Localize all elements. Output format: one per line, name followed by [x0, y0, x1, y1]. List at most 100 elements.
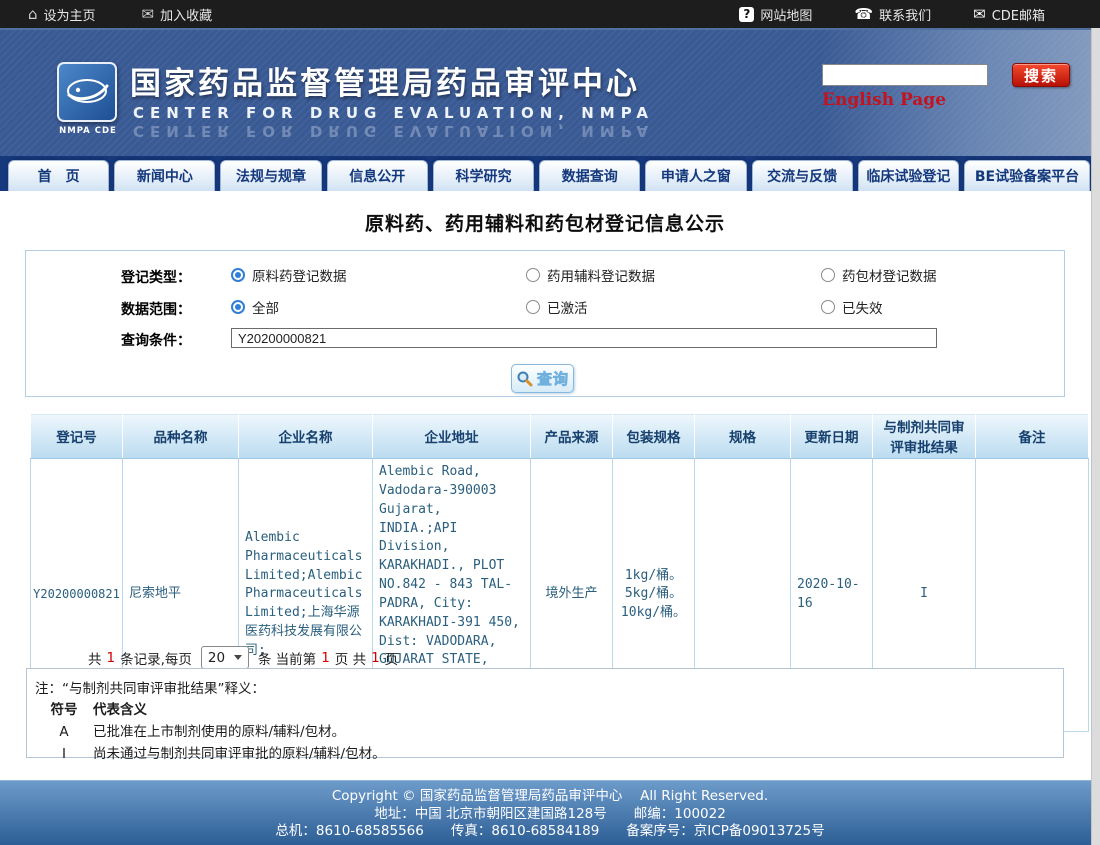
contact-label: 联系我们	[879, 5, 931, 24]
site-title-en-reflection: CENTER FOR DRUG EVALUATION, NMPA	[133, 122, 654, 140]
nav-tab-be-platform[interactable]: BE试验备案平台	[964, 160, 1090, 191]
page-size-select[interactable]: 20	[201, 646, 249, 669]
logo-caption: NMPA CDE	[48, 126, 128, 136]
vertical-scrollbar[interactable]	[1091, 28, 1100, 845]
nav-tab-clinical-trials[interactable]: 临床试验登记	[858, 160, 959, 191]
query-form: 登记类型： 原料药登记数据 药用辅料登记数据 药包材登记数据 数据范围： 全部 …	[25, 250, 1065, 397]
pagination-per-suffix: 条 当前第	[258, 648, 316, 668]
record-count: 1	[107, 650, 116, 666]
query-submit-button[interactable]: 查询	[511, 364, 574, 393]
envelope-icon: ✉	[142, 7, 155, 22]
site-search-input[interactable]	[822, 64, 988, 86]
add-favorite-label: 加入收藏	[160, 5, 212, 24]
col-header-product-source: 产品来源	[531, 414, 613, 459]
radio-excipient-data[interactable]: 药用辅料登记数据	[526, 265, 655, 285]
nav-tab-applicant[interactable]: 申请人之窗	[645, 160, 746, 191]
set-homepage-label: 设为主页	[44, 5, 96, 24]
notes-row-i: I 尚未通过与制剂共同审评审批的原料/辅料/包材。	[35, 746, 1063, 763]
topbar-left-group: ⌂ 设为主页 ✉ 加入收藏	[28, 5, 212, 24]
col-header-package-spec: 包装规格	[613, 414, 695, 459]
total-pages-number: 1	[371, 650, 380, 666]
nav-tab-news[interactable]: 新闻中心	[114, 160, 215, 191]
radio-packaging-data-label: 药包材登记数据	[842, 265, 937, 285]
radio-excipient-data-label: 药用辅料登记数据	[547, 265, 655, 285]
radio-scope-invalid-label: 已失效	[842, 297, 883, 317]
page-title: 原料药、药用辅料和药包材登记信息公示	[0, 209, 1090, 236]
pagination-total-suffix: 页	[385, 648, 399, 668]
notes-title: 注：“与制剂共同审评审批结果”释义：	[35, 677, 1063, 697]
set-homepage-link[interactable]: ⌂ 设为主页	[28, 5, 96, 24]
notes-meaning-i: 尚未通过与制剂共同审评审批的原料/辅料/包材。	[93, 746, 386, 763]
chevron-down-icon	[234, 655, 242, 660]
top-utility-bar: ⌂ 设为主页 ✉ 加入收藏 ? 网站地图 ☎ 联系我们 ✉ CDE邮箱	[0, 0, 1100, 28]
radio-unchecked-icon[interactable]	[526, 300, 540, 314]
radio-scope-invalid[interactable]: 已失效	[821, 297, 883, 317]
scope-label: 数据范围：	[121, 299, 191, 319]
main-navigation: 首 页 新闻中心 法规与规章 信息公开 科学研究 数据查询 申请人之窗 交流与反…	[0, 156, 1100, 191]
pagination-records-suffix: 条记录,每页	[120, 648, 192, 668]
query-condition-input[interactable]	[231, 328, 937, 348]
nav-tab-data-query[interactable]: 数据查询	[539, 160, 640, 191]
radio-scope-all-label: 全部	[252, 297, 279, 317]
col-header-company-address: 企业地址	[373, 414, 531, 459]
logo-bird-icon	[63, 73, 111, 111]
site-banner: NMPA CDE 国家药品监督管理局药品审评中心 CENTER FOR DRUG…	[0, 28, 1100, 156]
notes-symbol-i: I	[35, 746, 93, 763]
radio-packaging-data[interactable]: 药包材登记数据	[821, 265, 937, 285]
page-footer: Copyright © 国家药品监督管理局药品审评中心 All Right Re…	[0, 780, 1100, 845]
nav-tab-home[interactable]: 首 页	[8, 160, 109, 191]
legend-notes: 注：“与制剂共同审评审批结果”释义： 符号 代表含义 A 已批准在上市制剂使用的…	[26, 668, 1064, 758]
query-button-label: 查询	[537, 368, 569, 389]
topbar-right-group: ? 网站地图 ☎ 联系我们 ✉ CDE邮箱	[739, 5, 1045, 24]
phone-icon: ☎	[854, 7, 873, 22]
radio-checked-icon[interactable]	[231, 300, 245, 314]
radio-unchecked-icon[interactable]	[821, 268, 835, 282]
col-header-update-date: 更新日期	[791, 414, 873, 459]
home-icon: ⌂	[28, 7, 38, 22]
reg-type-label: 登记类型：	[121, 267, 191, 287]
nav-tab-science[interactable]: 科学研究	[433, 160, 534, 191]
site-title-cn: 国家药品监督管理局药品审评中心	[130, 58, 640, 103]
col-header-reg-no: 登记号	[31, 414, 123, 459]
col-header-spec: 规格	[695, 414, 791, 459]
site-title-en: CENTER FOR DRUG EVALUATION, NMPA	[133, 104, 654, 122]
magnifier-icon	[516, 370, 533, 387]
current-page-number: 1	[321, 650, 330, 666]
nmpa-cde-logo	[57, 62, 117, 122]
sitemap-label: 网站地图	[760, 5, 812, 24]
contact-link[interactable]: ☎ 联系我们	[854, 5, 931, 24]
radio-scope-active-label: 已激活	[547, 297, 588, 317]
mail-icon: ✉	[973, 7, 986, 22]
pagination-bar: 共 1 条记录,每页 20 条 当前第 1 页 共 1 页	[88, 646, 398, 669]
sitemap-link[interactable]: ? 网站地图	[739, 5, 812, 24]
footer-contact-icp: 总机：8610-68585566 传真：8610-68584189 备案序号：京…	[0, 823, 1100, 841]
pagination-page-suffix: 页 共	[335, 648, 366, 668]
page-size-value: 20	[208, 650, 225, 666]
col-header-product-name: 品种名称	[123, 414, 239, 459]
site-search-button[interactable]: 搜索	[1012, 63, 1070, 87]
notes-symbol-a: A	[35, 724, 93, 741]
radio-api-data-label: 原料药登记数据	[252, 265, 347, 285]
footer-copyright: Copyright © 国家药品监督管理局药品审评中心 All Right Re…	[0, 788, 1100, 806]
nav-tab-info-disclosure[interactable]: 信息公开	[327, 160, 428, 191]
add-favorite-link[interactable]: ✉ 加入收藏	[142, 5, 213, 24]
table-header-row: 登记号 品种名称 企业名称 企业地址 产品来源 包装规格 规格 更新日期 与制剂…	[31, 414, 1089, 459]
col-header-company-name: 企业名称	[239, 414, 373, 459]
col-header-remarks: 备注	[976, 414, 1089, 459]
radio-api-data[interactable]: 原料药登记数据	[231, 265, 347, 285]
radio-unchecked-icon[interactable]	[526, 268, 540, 282]
nav-tab-regulations[interactable]: 法规与规章	[220, 160, 321, 191]
radio-checked-icon[interactable]	[231, 268, 245, 282]
cde-mail-link[interactable]: ✉ CDE邮箱	[973, 5, 1045, 24]
notes-meaning-a: 已批准在上市制剂使用的原料/辅料/包材。	[93, 724, 345, 741]
notes-meaning-header: 代表含义	[93, 702, 147, 719]
nav-tab-feedback[interactable]: 交流与反馈	[752, 160, 853, 191]
question-icon: ?	[739, 7, 754, 22]
radio-scope-active[interactable]: 已激活	[526, 297, 588, 317]
notes-symbol-header: 符号	[35, 702, 93, 719]
col-header-joint-review-result: 与制剂共同审评审批结果	[873, 414, 976, 459]
radio-unchecked-icon[interactable]	[821, 300, 835, 314]
english-page-link[interactable]: English Page	[822, 90, 946, 110]
footer-address: 地址：中国 北京市朝阳区建国路128号 邮编：100022	[0, 806, 1100, 824]
radio-scope-all[interactable]: 全部	[231, 297, 279, 317]
